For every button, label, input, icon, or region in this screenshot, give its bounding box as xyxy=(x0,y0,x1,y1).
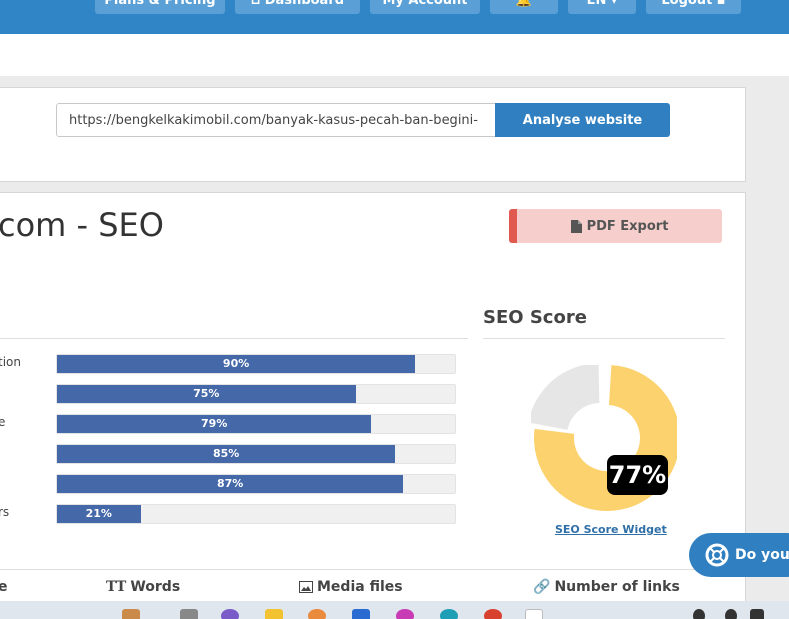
tray-icon[interactable] xyxy=(725,609,737,619)
nav-plans-pricing[interactable]: Plans & Pricing xyxy=(95,0,225,14)
bar-label: tion xyxy=(0,355,21,369)
volume-icon[interactable] xyxy=(750,609,764,619)
logout-icon: ▪ xyxy=(712,0,726,8)
stat-media-label: Media files xyxy=(317,579,403,595)
tray-icon[interactable] xyxy=(693,609,705,619)
chat-support-button[interactable]: Do you n xyxy=(689,533,789,577)
nav-dashboard[interactable]: ⌂ Dashboard xyxy=(235,0,360,14)
bar-fill: 85% xyxy=(57,445,396,463)
bar-fill: 21% xyxy=(57,505,141,523)
taskbar-app-icon[interactable] xyxy=(122,609,140,619)
analyse-website-button[interactable]: Analyse website xyxy=(495,103,670,137)
bar-track: 90% xyxy=(56,354,456,374)
chevron-down-icon: ▾ xyxy=(606,0,618,8)
bar-track: 75% xyxy=(56,384,456,404)
url-input[interactable] xyxy=(56,103,496,137)
image-icon xyxy=(299,581,313,593)
taskbar-app-icon[interactable] xyxy=(180,609,198,619)
edge-icon[interactable] xyxy=(440,609,458,619)
bar-label: rs xyxy=(0,505,10,519)
link-icon: 🔗 xyxy=(533,579,551,595)
store-icon[interactable] xyxy=(352,609,370,619)
language-label: EN xyxy=(586,0,607,8)
section-divider xyxy=(0,338,468,339)
donut-remainder xyxy=(531,365,600,430)
bar-fill: 90% xyxy=(57,355,416,373)
bar-fill: 79% xyxy=(57,415,372,433)
stat-links-label: Number of links xyxy=(554,579,680,595)
stat-media-files: Media files xyxy=(299,579,403,595)
bar-track: 79% xyxy=(56,414,456,434)
file-pdf-icon xyxy=(570,219,582,233)
pdf-export-button[interactable]: PDF Export xyxy=(509,209,722,243)
stats-divider xyxy=(0,569,746,570)
taskbar-app-icon[interactable] xyxy=(221,609,239,619)
lifebuoy-icon xyxy=(705,543,729,567)
bell-icon: 🔔 xyxy=(515,0,533,8)
bar-track: 85% xyxy=(56,444,456,464)
chrome-icon[interactable] xyxy=(484,609,502,619)
nav-logout[interactable]: Logout ▪ xyxy=(646,0,741,14)
taskbar-app-icon[interactable] xyxy=(396,609,414,619)
taskbar-app-icon[interactable] xyxy=(525,609,543,619)
firefox-icon[interactable] xyxy=(308,609,326,619)
bar-track: 21% xyxy=(56,504,456,524)
seo-score-heading: SEO Score xyxy=(483,307,587,328)
text-height-icon: TT xyxy=(106,579,127,595)
bar-track: 87% xyxy=(56,474,456,494)
os-taskbar xyxy=(0,601,789,619)
folder-icon[interactable] xyxy=(265,609,283,619)
seo-score-divider xyxy=(483,338,725,339)
bar-fill: 87% xyxy=(57,475,404,493)
stat-words-label: Words xyxy=(130,579,181,595)
stat-number-of-links: 🔗 Number of links xyxy=(533,579,680,595)
logout-label: Logout xyxy=(661,0,713,8)
report-title: com - SEO xyxy=(0,206,164,244)
stat-words: TT Words xyxy=(106,579,180,595)
bar-fill: 75% xyxy=(57,385,356,403)
home-icon: ⌂ xyxy=(250,0,265,8)
pdf-export-label: PDF Export xyxy=(586,218,669,234)
bar-label: e xyxy=(0,415,6,429)
chat-label: Do you n xyxy=(735,547,789,563)
top-navigation: Plans & Pricing ⌂ Dashboard My Account 🔔… xyxy=(0,0,789,34)
stat-partial-label: e xyxy=(0,579,8,595)
nav-dashboard-label: Dashboard xyxy=(264,0,345,8)
seo-score-value: 77% xyxy=(607,455,668,495)
nav-language[interactable]: EN ▾ xyxy=(568,0,636,14)
subheader-bar xyxy=(0,34,789,76)
nav-notifications[interactable]: 🔔 xyxy=(490,0,558,14)
nav-my-account[interactable]: My Account xyxy=(370,0,480,14)
seo-score-widget-link[interactable]: SEO Score Widget xyxy=(555,523,667,536)
